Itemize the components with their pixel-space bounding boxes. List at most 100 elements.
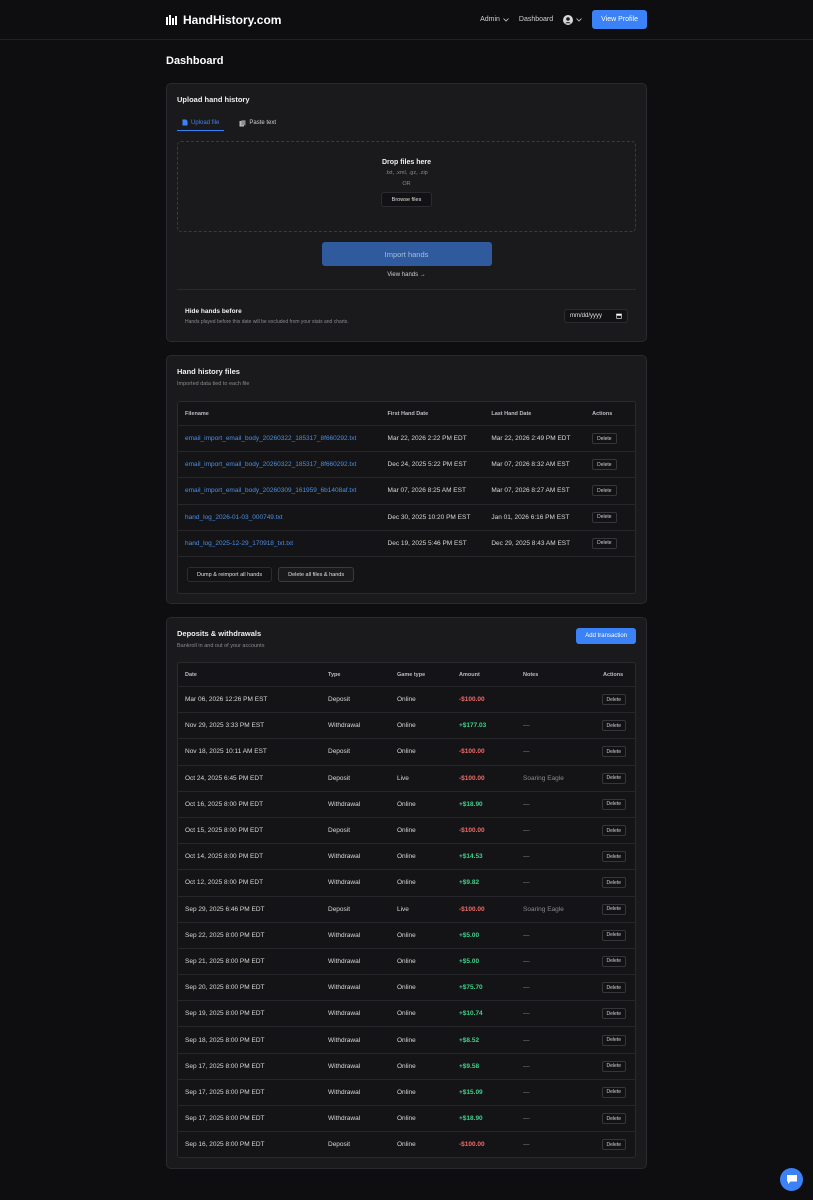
delete-transaction-button[interactable]: Delete — [601, 1060, 626, 1072]
calendar-icon[interactable] — [616, 313, 622, 319]
tab-paste-text-label: Paste text — [249, 120, 277, 126]
transaction-amount: +$18.90 — [459, 800, 483, 808]
transaction-date: Oct 14, 2025 8:00 PM EDT — [185, 853, 264, 861]
transaction-type: Withdrawal — [328, 931, 361, 939]
game-type: Online — [397, 957, 416, 965]
brand-name: HandHistory.com — [183, 12, 282, 27]
dropzone-title: Drop files here — [381, 159, 431, 166]
chat-button[interactable] — [780, 1168, 803, 1191]
transaction-date: Nov 29, 2025 3:33 PM EST — [185, 722, 265, 730]
first-hand-date: Mar 22, 2026 2:22 PM EDT — [387, 435, 467, 443]
transaction-type: Deposit — [328, 748, 351, 756]
game-type: Online — [397, 853, 416, 861]
transaction-amount: +$5.00 — [459, 931, 480, 939]
nav-dashboard-link[interactable]: Dashboard — [519, 16, 553, 23]
dashboard-link-label: Dashboard — [518, 16, 554, 23]
view-hands-link[interactable]: View hands → — [177, 272, 636, 278]
transaction-amount: +$9.58 — [459, 1062, 480, 1070]
transaction-date: Mar 06, 2026 12:26 PM EST — [185, 696, 268, 704]
logo-icon — [166, 14, 177, 25]
transaction-row: Oct 24, 2025 6:45 PM EDT Deposit Live -$100… — [178, 764, 635, 791]
deposits-table: Date Type Game type Amount Notes Actions… — [177, 662, 636, 1159]
files-title: Hand history files — [177, 367, 240, 376]
delete-transaction-button[interactable]: Delete — [601, 798, 626, 810]
brand-logo[interactable]: HandHistory.com — [166, 13, 281, 27]
transaction-notes: — — [523, 957, 530, 965]
file-name-link[interactable]: email_import_email_body_20260309_161959_… — [178, 487, 381, 494]
transaction-row: Sep 17, 2025 8:00 PM EDT Withdrawal Online… — [178, 1078, 635, 1105]
tab-upload-file[interactable]: Upload file — [177, 115, 225, 131]
delete-file-button[interactable]: Delete — [592, 511, 617, 523]
files-subtitle: Imported data tied to each file — [177, 381, 250, 387]
delete-transaction-button[interactable]: Delete — [601, 1086, 626, 1098]
transaction-amount: -$100.00 — [459, 696, 485, 704]
transaction-amount: +$18.90 — [459, 1115, 483, 1123]
delete-file-button[interactable]: Delete — [592, 459, 617, 471]
delete-transaction-button[interactable]: Delete — [601, 772, 626, 784]
transaction-amount: -$100.00 — [459, 748, 485, 756]
transaction-notes: — — [523, 1115, 530, 1123]
user-menu[interactable] — [563, 14, 582, 25]
view-profile-button[interactable]: View Profile — [592, 10, 647, 29]
file-name-link[interactable]: email_import_email_body_20260322_185317_… — [178, 435, 381, 442]
transaction-row: Oct 15, 2025 8:00 PM EDT Deposit Online -$1… — [178, 816, 635, 843]
col-last-hand-date: Last Hand Date — [491, 410, 532, 417]
transaction-notes: — — [523, 931, 530, 939]
transaction-date: Sep 18, 2025 8:00 PM EDT — [185, 1036, 265, 1044]
delete-file-button[interactable]: Delete — [592, 433, 617, 445]
delete-transaction-button[interactable]: Delete — [601, 1113, 626, 1125]
hide-before-date-input[interactable]: mm/dd/yyyy — [564, 309, 628, 323]
browse-files-button[interactable]: Browse files — [380, 192, 433, 207]
delete-transaction-button[interactable]: Delete — [601, 929, 626, 941]
file-name-link[interactable]: email_import_email_body_20260322_185317_… — [178, 461, 381, 468]
delete-transaction-button[interactable]: Delete — [601, 877, 626, 889]
col-notes: Notes — [523, 671, 539, 678]
user-avatar-icon — [563, 14, 574, 25]
dump-reimport-button[interactable]: Dump & reimport all hands — [187, 567, 273, 583]
file-row: email_import_email_body_20260309_161959_… — [178, 477, 635, 503]
file-dropzone[interactable]: Drop files here .txt, .xml, .gz, .zip OR… — [177, 141, 636, 232]
delete-transaction-button[interactable]: Delete — [601, 851, 626, 863]
transaction-date: Oct 12, 2025 8:00 PM EDT — [185, 879, 264, 887]
chevron-down-icon — [576, 17, 582, 22]
delete-transaction-button[interactable]: Delete — [601, 903, 626, 915]
transaction-row: Oct 16, 2025 8:00 PM EDT Withdrawal Online… — [178, 790, 635, 817]
transaction-row: Nov 29, 2025 3:33 PM EST Withdrawal Online… — [178, 712, 635, 738]
transaction-type: Withdrawal — [328, 957, 361, 965]
admin-menu[interactable]: Admin — [480, 16, 509, 23]
col-first-hand-date: First Hand Date — [387, 410, 429, 417]
transaction-amount: +$15.09 — [459, 1088, 483, 1096]
transaction-amount: +$177.03 — [459, 722, 487, 730]
delete-transaction-button[interactable]: Delete — [601, 825, 626, 837]
delete-transaction-button[interactable]: Delete — [601, 982, 626, 994]
transaction-type: Withdrawal — [328, 853, 361, 861]
transaction-type: Withdrawal — [328, 1088, 361, 1096]
delete-transaction-button[interactable]: Delete — [601, 720, 626, 732]
transaction-row: Oct 14, 2025 8:00 PM EDT Withdrawal Online… — [178, 843, 635, 869]
upload-card: Upload hand history Upload file Paste te… — [166, 83, 647, 342]
delete-transaction-button[interactable]: Delete — [601, 694, 626, 706]
import-hands-button[interactable]: Import hands — [321, 242, 492, 266]
transaction-amount: -$100.00 — [459, 774, 485, 782]
delete-file-button[interactable]: Delete — [592, 537, 617, 549]
transaction-amount: +$8.52 — [459, 1036, 480, 1044]
tab-paste-text[interactable]: Paste text — [234, 115, 281, 131]
transaction-date: Sep 17, 2025 8:00 PM EDT — [185, 1115, 265, 1123]
upload-title: Upload hand history — [177, 95, 250, 104]
delete-transaction-button[interactable]: Delete — [601, 1008, 626, 1020]
delete-all-files-button[interactable]: Delete all files & hands — [278, 567, 355, 583]
transaction-notes: — — [523, 853, 530, 861]
delete-transaction-button[interactable]: Delete — [601, 1034, 626, 1046]
delete-transaction-button[interactable]: Delete — [601, 955, 626, 967]
nav-right: Admin Dashboard View Profile — [480, 10, 647, 29]
file-name-link[interactable]: hand_log_2025-12-29_170918_txt.txt — [178, 540, 381, 547]
col-date: Date — [185, 671, 197, 678]
file-name-link[interactable]: hand_log_2026-01-03_000749.txt — [178, 514, 381, 521]
delete-transaction-button[interactable]: Delete — [601, 1139, 626, 1151]
dropzone-or: OR — [402, 181, 411, 187]
delete-file-button[interactable]: Delete — [592, 485, 617, 497]
last-hand-date: Mar 07, 2026 8:27 AM EST — [491, 487, 570, 495]
add-transaction-button[interactable]: Add transaction — [576, 628, 636, 644]
transaction-type: Deposit — [328, 827, 351, 835]
delete-transaction-button[interactable]: Delete — [601, 746, 626, 758]
